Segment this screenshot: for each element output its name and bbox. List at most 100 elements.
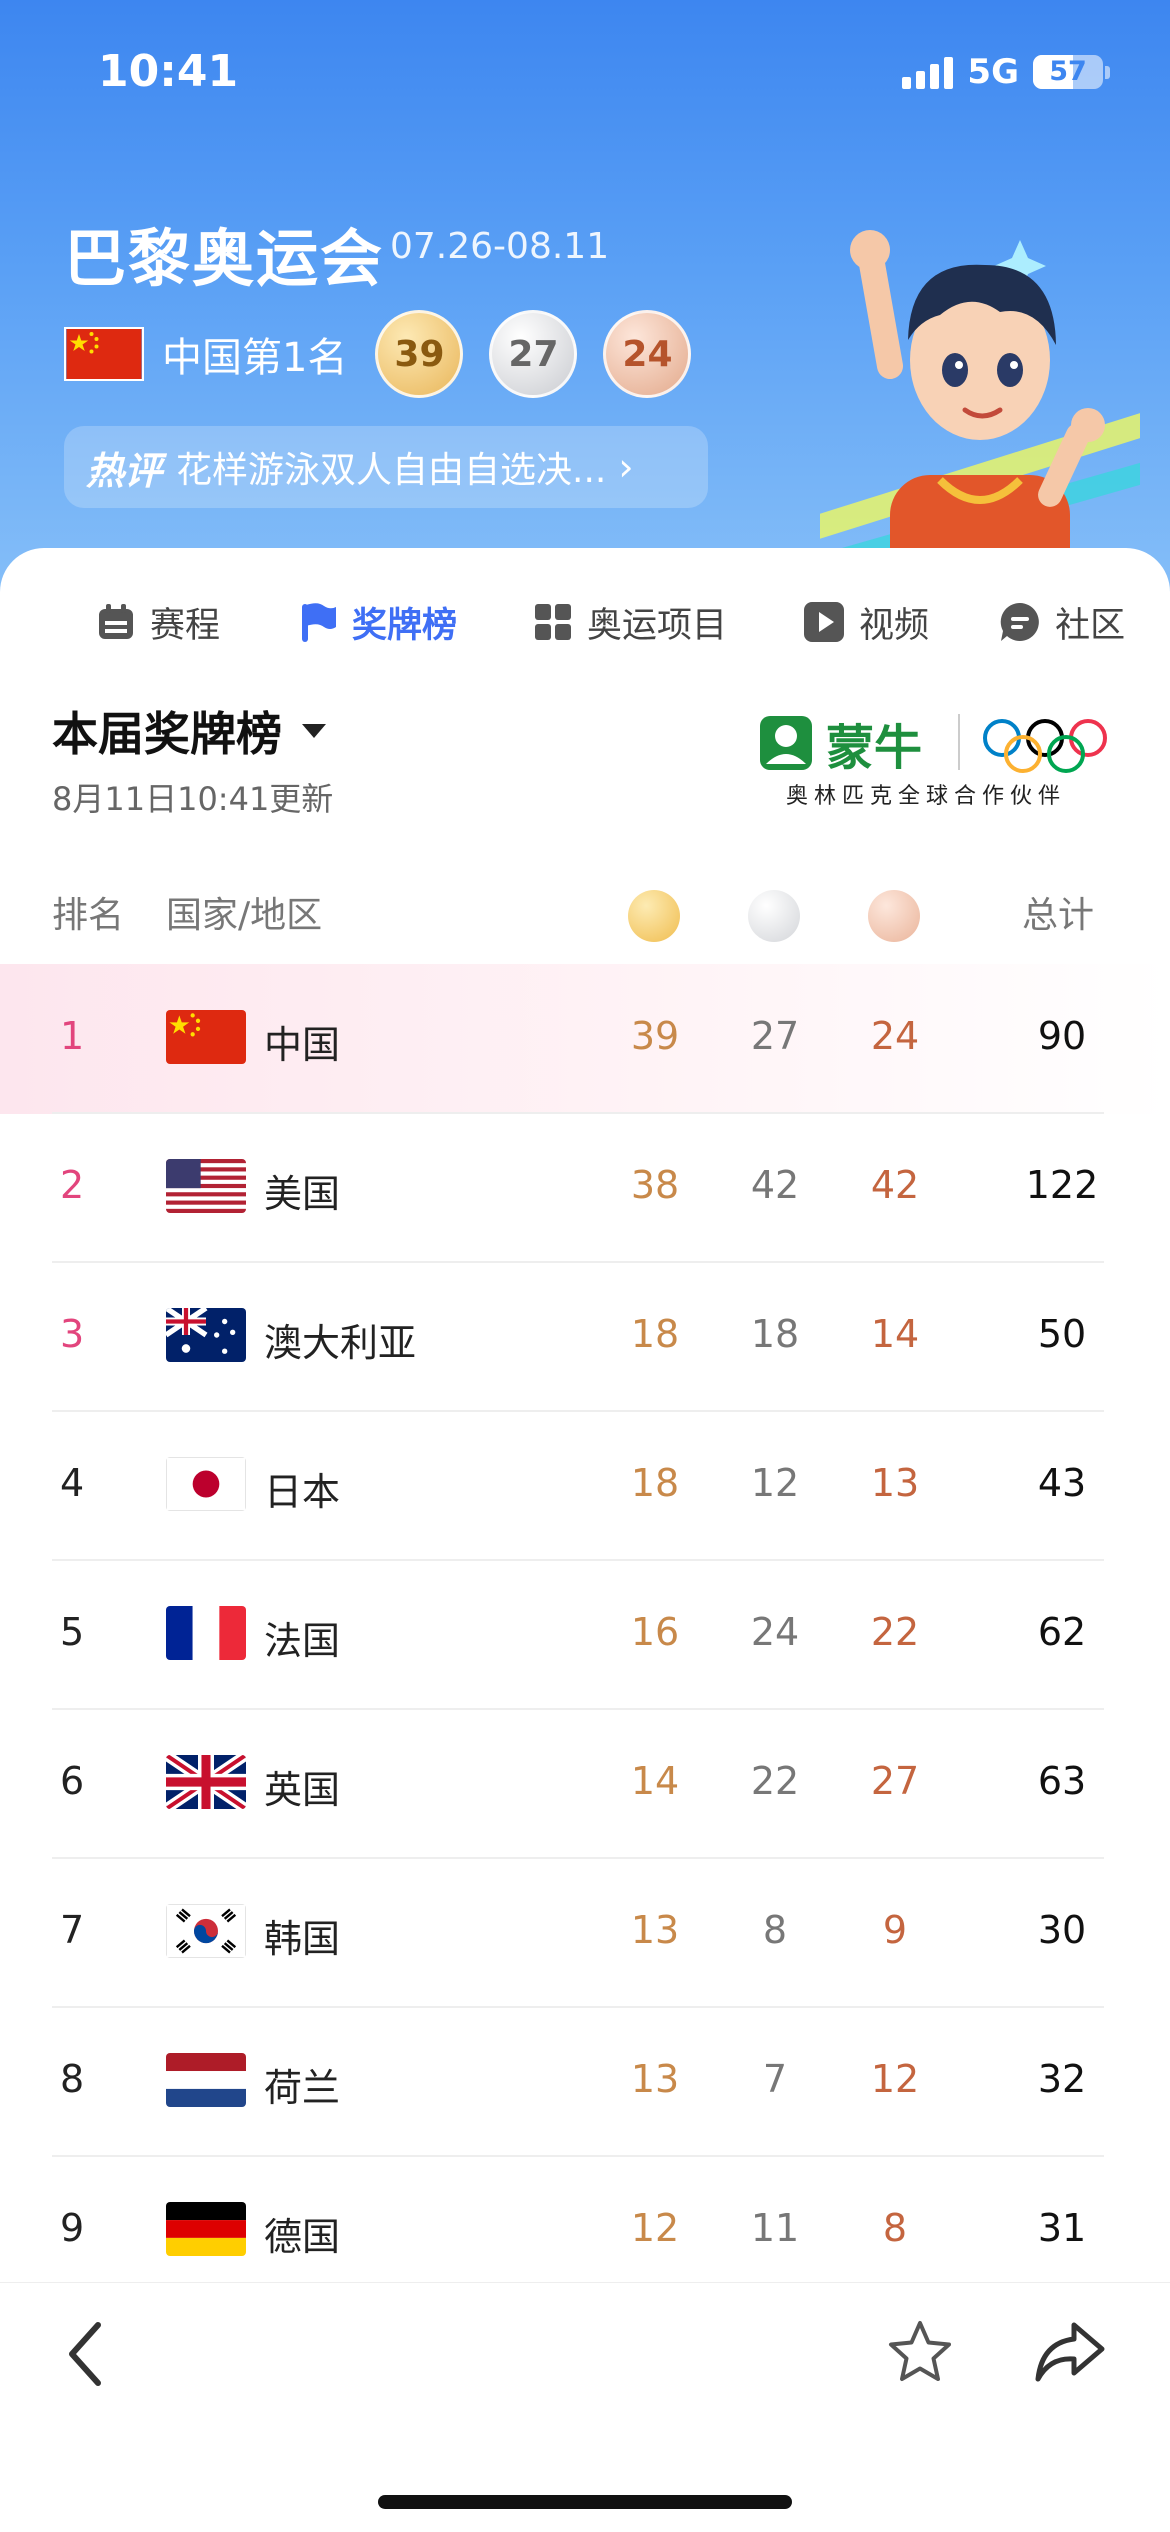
country-cell: 日本	[264, 1470, 341, 1514]
rank-label: 中国第1名	[162, 335, 348, 381]
rank-cell: 2	[60, 1163, 85, 1207]
bronze-medal-icon	[868, 890, 920, 942]
korea-flag-icon	[166, 1904, 246, 1958]
bronze-cell: 9	[882, 1908, 908, 1952]
tab-video[interactable]: 视频	[803, 597, 929, 648]
grid-icon	[535, 604, 572, 640]
tab-schedule[interactable]: 赛程	[96, 597, 220, 648]
silver-cell: 18	[750, 1312, 800, 1356]
australia-flag-icon	[166, 1308, 246, 1362]
rank-cell: 4	[60, 1461, 85, 1505]
gold-cell: 38	[630, 1163, 680, 1207]
tab-events[interactable]: 奥运项目	[533, 597, 727, 648]
china-flag-icon	[166, 1010, 246, 1064]
silver-cell: 42	[750, 1163, 800, 1207]
table-row[interactable]: 5 法国 16 24 22 62	[0, 1560, 1170, 1710]
table-row[interactable]: 7 韩国 13 8 9 30	[0, 1858, 1170, 2008]
hot-text: 花样游泳双人自由自选决...	[176, 450, 607, 491]
play-icon	[804, 602, 845, 642]
gold-cell: 18	[630, 1312, 680, 1356]
country-cell: 中国	[264, 1023, 341, 1067]
rank-cell: 8	[60, 2057, 85, 2101]
national-rank-summary[interactable]: 中国第1名 39 27 24	[64, 310, 717, 398]
header-total: 总计	[1022, 895, 1095, 936]
gold-cell: 13	[630, 2057, 680, 2101]
gold-cell: 12	[630, 2206, 680, 2250]
rank-cell: 5	[60, 1610, 85, 1654]
olympic-rings-icon	[983, 719, 1107, 773]
total-cell: 62	[1037, 1610, 1087, 1654]
tab-label: 奖牌榜	[352, 605, 458, 646]
table-row[interactable]: 8 荷兰 13 7 12 32	[0, 2007, 1170, 2157]
update-time: 8月11日10:41更新	[52, 780, 334, 818]
country-cell: 韩国	[264, 1917, 341, 1961]
battery-level: 57	[1049, 56, 1087, 87]
bronze-cell: 12	[870, 2057, 920, 2101]
bronze-cell: 8	[882, 2206, 908, 2250]
total-cell: 90	[1037, 1014, 1087, 1058]
board-selector[interactable]: 本届奖牌榜	[52, 698, 326, 764]
silver-medal-count: 27	[489, 310, 578, 398]
rank-cell: 3	[60, 1312, 85, 1356]
bronze-cell: 24	[870, 1014, 920, 1058]
tab-medal-table[interactable]: 奖牌榜	[298, 597, 457, 648]
share-icon[interactable]	[1034, 2319, 1106, 2385]
tab-community[interactable]: 社区	[999, 597, 1125, 648]
tab-label: 社区	[1055, 605, 1126, 646]
sponsor-logo: 蒙牛 奥林匹克全球合作伙伴	[756, 708, 1126, 809]
uk-flag-icon	[166, 1755, 246, 1809]
header-country: 国家/地区	[166, 895, 323, 936]
rank-cell: 7	[60, 1908, 85, 1952]
bronze-cell: 42	[870, 1163, 920, 1207]
japan-flag-icon	[166, 1457, 246, 1511]
gold-cell: 13	[630, 1908, 680, 1952]
gold-cell: 14	[630, 1759, 680, 1803]
country-cell: 荷兰	[264, 2066, 341, 2110]
gold-medal-count: 39	[375, 310, 464, 398]
table-row[interactable]: 3 澳大利亚 18 18 14 50	[0, 1262, 1170, 1412]
total-cell: 63	[1037, 1759, 1087, 1803]
tab-label: 奥运项目	[587, 605, 728, 646]
country-cell: 英国	[264, 1768, 341, 1812]
total-cell: 32	[1037, 2057, 1087, 2101]
flag-icon	[302, 603, 337, 642]
event-title: 巴黎奥运会	[64, 222, 385, 295]
total-cell: 43	[1037, 1461, 1087, 1505]
battery-icon: 57	[1033, 55, 1103, 89]
bronze-cell: 13	[870, 1461, 920, 1505]
bronze-cell: 14	[870, 1312, 920, 1356]
hot-comment-banner[interactable]: 热评 花样游泳双人自由自选决... ›	[64, 426, 708, 508]
china-flag-icon	[64, 327, 144, 381]
star-icon[interactable]	[886, 2319, 954, 2385]
netherlands-flag-icon	[166, 2053, 246, 2107]
gold-medal-icon	[628, 890, 680, 942]
event-dates: 07.26-08.11	[390, 226, 610, 267]
hero-header: 10:41 5G 57 巴黎奥运会 07.26-08.11 中国第1名 39 2…	[0, 0, 1170, 600]
country-cell: 澳大利亚	[264, 1321, 417, 1365]
status-time: 10:41	[98, 46, 239, 97]
sponsor-subtitle: 奥林匹克全球合作伙伴	[786, 784, 1067, 809]
chat-icon	[1000, 602, 1039, 641]
tab-label: 赛程	[150, 605, 221, 646]
table-row[interactable]: 1 中国 39 27 24 90	[0, 964, 1170, 1114]
silver-cell: 12	[750, 1461, 800, 1505]
silver-medal-icon	[748, 890, 800, 942]
table-row[interactable]: 6 英国 14 22 27 63	[0, 1709, 1170, 1859]
caret-down-icon	[302, 724, 326, 738]
silver-cell: 11	[750, 2206, 800, 2250]
sponsor-name: 蒙牛	[826, 720, 923, 776]
tab-bar: 赛程 奖牌榜 奥运项目 视频 社区	[0, 582, 1170, 662]
signal-icon	[902, 55, 954, 89]
silver-cell: 27	[750, 1014, 800, 1058]
back-icon[interactable]	[62, 2319, 112, 2389]
table-row[interactable]: 2 美国 38 42 42 122	[0, 1113, 1170, 1263]
usa-flag-icon	[166, 1159, 246, 1213]
home-indicator	[378, 2495, 792, 2509]
silver-cell: 7	[762, 2057, 788, 2101]
silver-cell: 8	[762, 1908, 788, 1952]
bronze-cell: 22	[870, 1610, 920, 1654]
tab-label: 视频	[859, 605, 930, 646]
bottom-toolbar	[0, 2282, 1170, 2532]
status-bar-right: 5G 57	[902, 52, 1110, 92]
table-row[interactable]: 4 日本 18 12 13 43	[0, 1411, 1170, 1561]
